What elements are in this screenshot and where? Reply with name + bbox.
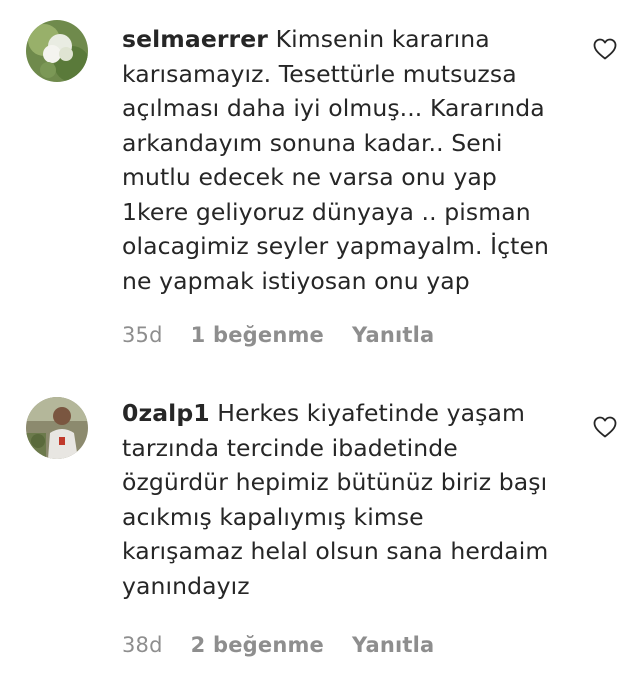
comment-meta: 35d 1 beğenme Yanıtla xyxy=(122,323,462,347)
comment-text: Kimsenin kararına karısamayız. Tesettürl… xyxy=(122,25,550,295)
comment-body: 0zalp1 Herkes kiyafetinde yaşam tarzında… xyxy=(122,396,552,603)
comment-username[interactable]: selmaerrer xyxy=(122,25,268,53)
comment: selmaerrer Kimsenin kararına karısamayız… xyxy=(0,0,635,370)
comment-time: 35d xyxy=(122,323,163,347)
reply-button[interactable]: Yanıtla xyxy=(352,633,434,657)
avatar[interactable] xyxy=(26,20,88,82)
comment: 0zalp1 Herkes kiyafetinde yaşam tarzında… xyxy=(0,370,635,674)
comment-time: 38d xyxy=(122,633,163,657)
avatar-image xyxy=(26,397,88,459)
comment-text: Herkes kiyafetinde yaşam tarzında tercin… xyxy=(122,399,549,600)
comment-likes[interactable]: 2 beğenme xyxy=(191,633,324,657)
reply-button[interactable]: Yanıtla xyxy=(352,323,434,347)
avatar-image xyxy=(26,20,88,82)
comment-username[interactable]: 0zalp1 xyxy=(122,399,210,427)
heart-outline-icon[interactable] xyxy=(593,38,617,60)
comment-likes[interactable]: 1 beğenme xyxy=(191,323,324,347)
comment-meta: 38d 2 beğenme Yanıtla xyxy=(122,633,462,657)
avatar[interactable] xyxy=(26,397,88,459)
heart-outline-icon[interactable] xyxy=(593,416,617,438)
comment-body: selmaerrer Kimsenin kararına karısamayız… xyxy=(122,22,552,298)
